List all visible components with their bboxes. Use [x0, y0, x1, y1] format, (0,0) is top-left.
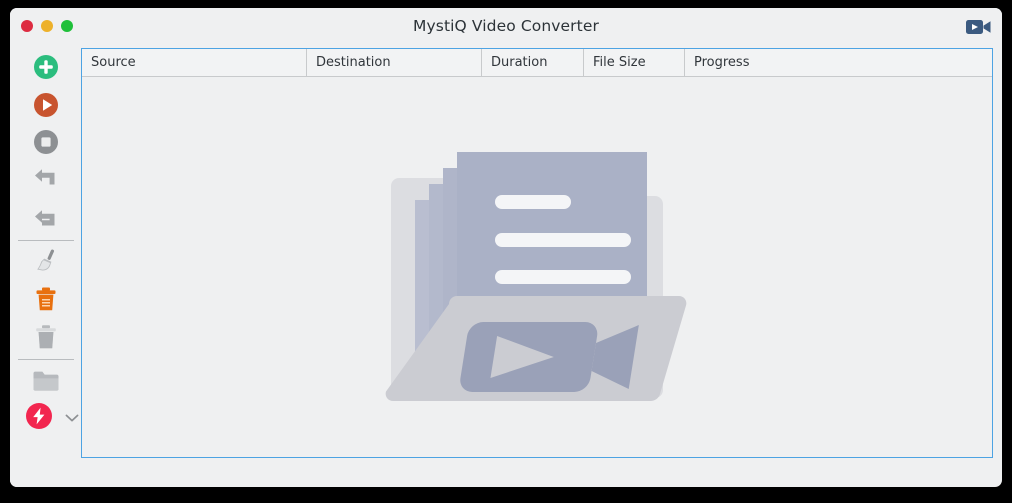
title-bar: MystiQ Video Converter: [10, 8, 1002, 44]
sidebar-item-delete-files[interactable]: [24, 318, 68, 356]
column-header-duration[interactable]: Duration: [482, 49, 584, 76]
sidebar-item-remove-selected[interactable]: [24, 280, 68, 318]
chevron-down-icon[interactable]: [64, 410, 80, 426]
sidebar-item-preset[interactable]: [24, 399, 84, 437]
file-list-panel[interactable]: Source Destination Duration File Size Pr…: [81, 48, 993, 458]
page-title: MystiQ Video Converter: [413, 17, 599, 35]
sidebar-divider-1: [18, 240, 74, 241]
application-window: MystiQ Video Converter Source Destinatio…: [10, 8, 1002, 487]
sidebar-item-open-output-folder[interactable]: [24, 362, 68, 400]
broom-icon: [32, 247, 60, 275]
empty-folder-video-illustration: [377, 122, 697, 412]
sidebar-divider-2: [18, 359, 74, 360]
arrow-return-right-icon: [33, 205, 59, 229]
stop-circle-icon: [33, 129, 59, 155]
trash-orange-icon: [34, 286, 58, 312]
sidebar-toolbar: [10, 44, 82, 487]
column-header-file-size[interactable]: File Size: [584, 49, 685, 76]
sidebar-item-add-files[interactable]: [24, 48, 68, 86]
folder-icon: [32, 369, 60, 393]
screen: MystiQ Video Converter Source Destinatio…: [0, 0, 1012, 503]
column-header-progress[interactable]: Progress: [685, 49, 992, 76]
play-circle-icon: [33, 92, 59, 118]
preset-button[interactable]: [24, 403, 54, 433]
table-header-row: Source Destination Duration File Size Pr…: [82, 49, 992, 77]
sidebar-item-stop-conversion[interactable]: [24, 123, 68, 161]
table-body[interactable]: [82, 77, 992, 457]
column-header-destination[interactable]: Destination: [307, 49, 482, 76]
sidebar-item-clear-list[interactable]: [24, 242, 68, 280]
plus-circle-icon: [33, 54, 59, 80]
sidebar-item-move-up[interactable]: [24, 160, 68, 198]
lightning-bolt-icon: [25, 402, 53, 434]
sidebar-item-start-conversion[interactable]: [24, 86, 68, 124]
arrow-return-left-icon: [33, 167, 59, 191]
column-header-source[interactable]: Source: [82, 49, 307, 76]
sidebar-item-move-down[interactable]: [24, 198, 68, 236]
trash-gray-icon: [34, 324, 58, 350]
video-camera-icon: [964, 17, 994, 37]
